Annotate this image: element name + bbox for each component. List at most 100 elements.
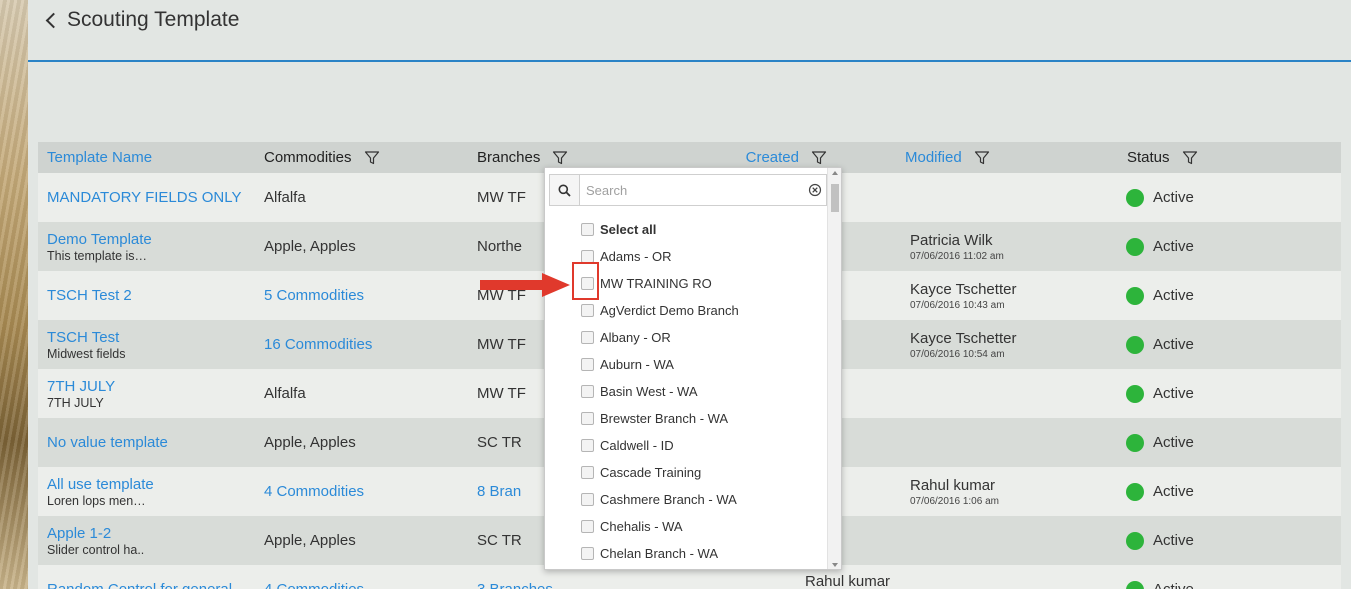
filter-icon[interactable] [364,150,380,166]
status-label: Active [1153,581,1194,589]
template-name-link[interactable]: MANDATORY FIELDS ONLY [47,189,261,206]
main-content: Scouting Template Template Name Commodit… [28,0,1351,589]
modified-by: Patricia Wilk [910,231,993,249]
column-label-branches: Branches [477,149,541,166]
column-label-template-name[interactable]: Template Name [47,149,152,166]
status-badge: Active [1126,433,1341,452]
template-name-link[interactable]: TSCH Test 2 [47,287,261,304]
branch-option[interactable]: AgVerdict Demo Branch [581,297,829,324]
branch-option-label: Brewster Branch - WA [600,411,729,426]
checkbox[interactable] [581,223,594,236]
branch-option-label: Chelan Branch - WA [600,546,719,561]
modified-by: Rahul kumar [910,476,996,494]
checkbox[interactable] [581,412,594,425]
modified-date: 07/06/2016 11:02 am [910,250,1004,262]
commodities-value: Apple, Apples [264,532,356,549]
branch-filter-dropdown: Select all Adams - OR MW TRAINING RO AgVer… [544,167,842,570]
commodities-value[interactable]: 16 Commodities [264,336,473,353]
checkbox[interactable] [581,331,594,344]
template-description: This template is… [47,248,148,263]
template-name-link[interactable]: Random Control for general [47,581,261,589]
status-label: Active [1153,189,1194,206]
filter-icon[interactable] [552,150,568,166]
branch-option[interactable]: Chelan Branch - WA [581,540,829,567]
status-active-dot-icon [1126,188,1144,207]
checkbox[interactable] [581,358,594,371]
branch-option[interactable]: MW TRAINING RO [581,270,829,297]
branch-search-input[interactable] [580,175,804,205]
checkbox[interactable] [581,547,594,560]
template-name-link[interactable]: 7TH JULY [47,378,261,395]
branch-option[interactable]: Caldwell - ID [581,432,829,459]
branch-option[interactable]: Cascade Training [581,459,829,486]
status-active-dot-icon [1126,433,1144,452]
status-badge: Active [1126,335,1341,354]
branch-option[interactable]: Chehalis - WA [581,513,829,540]
status-cell: Active [1107,467,1341,516]
filter-icon[interactable] [974,150,990,166]
commodities-value: Apple, Apples [264,238,356,255]
modified-cell: Kayce Tschetter 07/06/2016 10:43 am [899,271,1107,320]
status-active-dot-icon [1126,335,1144,354]
checkbox[interactable] [581,439,594,452]
commodities-value[interactable]: 5 Commodities [264,287,473,304]
branch-option[interactable]: Basin West - WA [581,378,829,405]
template-name-link[interactable]: Demo Template [47,231,261,248]
status-label: Active [1153,385,1194,402]
status-cell: Active [1107,222,1341,271]
branch-option[interactable]: Albany - OR [581,324,829,351]
template-name-link[interactable]: Apple 1-2 [47,525,261,542]
template-name-cell: Demo Template This template is… [38,222,261,271]
status-badge: Active [1126,384,1341,403]
select-all-option[interactable]: Select all [581,216,829,243]
column-label-modified[interactable]: Modified [905,149,962,166]
filter-icon[interactable] [1182,150,1198,166]
annotation-highlight-box [572,262,599,300]
checkbox[interactable] [581,520,594,533]
branch-option[interactable]: Brewster Branch - WA [581,405,829,432]
status-label: Active [1153,532,1194,549]
scroll-down-icon[interactable] [832,563,838,567]
template-name-link[interactable]: All use template [47,476,261,493]
column-header-commodities: Commodities [261,142,473,173]
commodities-value[interactable]: 4 Commodities [264,483,473,500]
branch-option[interactable]: Cashmere Branch - WA [581,486,829,513]
dropdown-scrollbar[interactable] [827,168,841,569]
branches-value[interactable]: 3 Branches [477,581,685,589]
commodities-cell: Apple, Apples [261,222,473,271]
branch-option[interactable]: Auburn - WA [581,351,829,378]
modified-cell: Rahul kumar 07/06/2016 1:06 am [899,467,1107,516]
annotation-arrow-icon [480,273,570,297]
branch-option-label: Caldwell - ID [600,438,674,453]
column-header-template-name[interactable]: Template Name [38,142,261,173]
checkbox[interactable] [581,466,594,479]
status-cell: Active [1107,418,1341,467]
modified-cell: Patricia Wilk 07/06/2016 11:02 am [899,222,1107,271]
back-button[interactable]: Scouting Template [44,8,239,32]
template-name-link[interactable]: No value template [47,434,261,451]
modified-date: 07/06/2016 10:54 am [910,348,1005,360]
filter-icon[interactable] [811,150,827,166]
checkbox[interactable] [581,493,594,506]
column-label-created[interactable]: Created [746,149,799,166]
checkbox[interactable] [581,304,594,317]
scroll-up-icon[interactable] [832,171,838,175]
commodities-cell: Alfalfa [261,173,473,222]
checkbox[interactable] [581,385,594,398]
scrollbar-thumb[interactable] [831,184,839,212]
status-cell: Active [1107,516,1341,565]
template-name-cell: Random Control for general [38,565,261,589]
branch-option[interactable]: Adams - OR [581,243,829,270]
template-name-cell: 7TH JULY 7TH JULY [38,369,261,418]
status-active-dot-icon [1126,237,1144,256]
template-name-link[interactable]: TSCH Test [47,329,261,346]
branch-option-label: Cashmere Branch - WA [600,492,737,507]
clear-circle-icon[interactable] [804,175,826,205]
status-badge: Active [1126,237,1341,256]
status-cell: Active [1107,565,1341,589]
status-active-dot-icon [1126,384,1144,403]
search-icon [550,175,580,205]
commodities-cell: 5 Commodities [261,271,473,320]
commodities-value[interactable]: 4 Commodities [264,581,473,589]
created-by: Rahul kumar [805,573,891,589]
